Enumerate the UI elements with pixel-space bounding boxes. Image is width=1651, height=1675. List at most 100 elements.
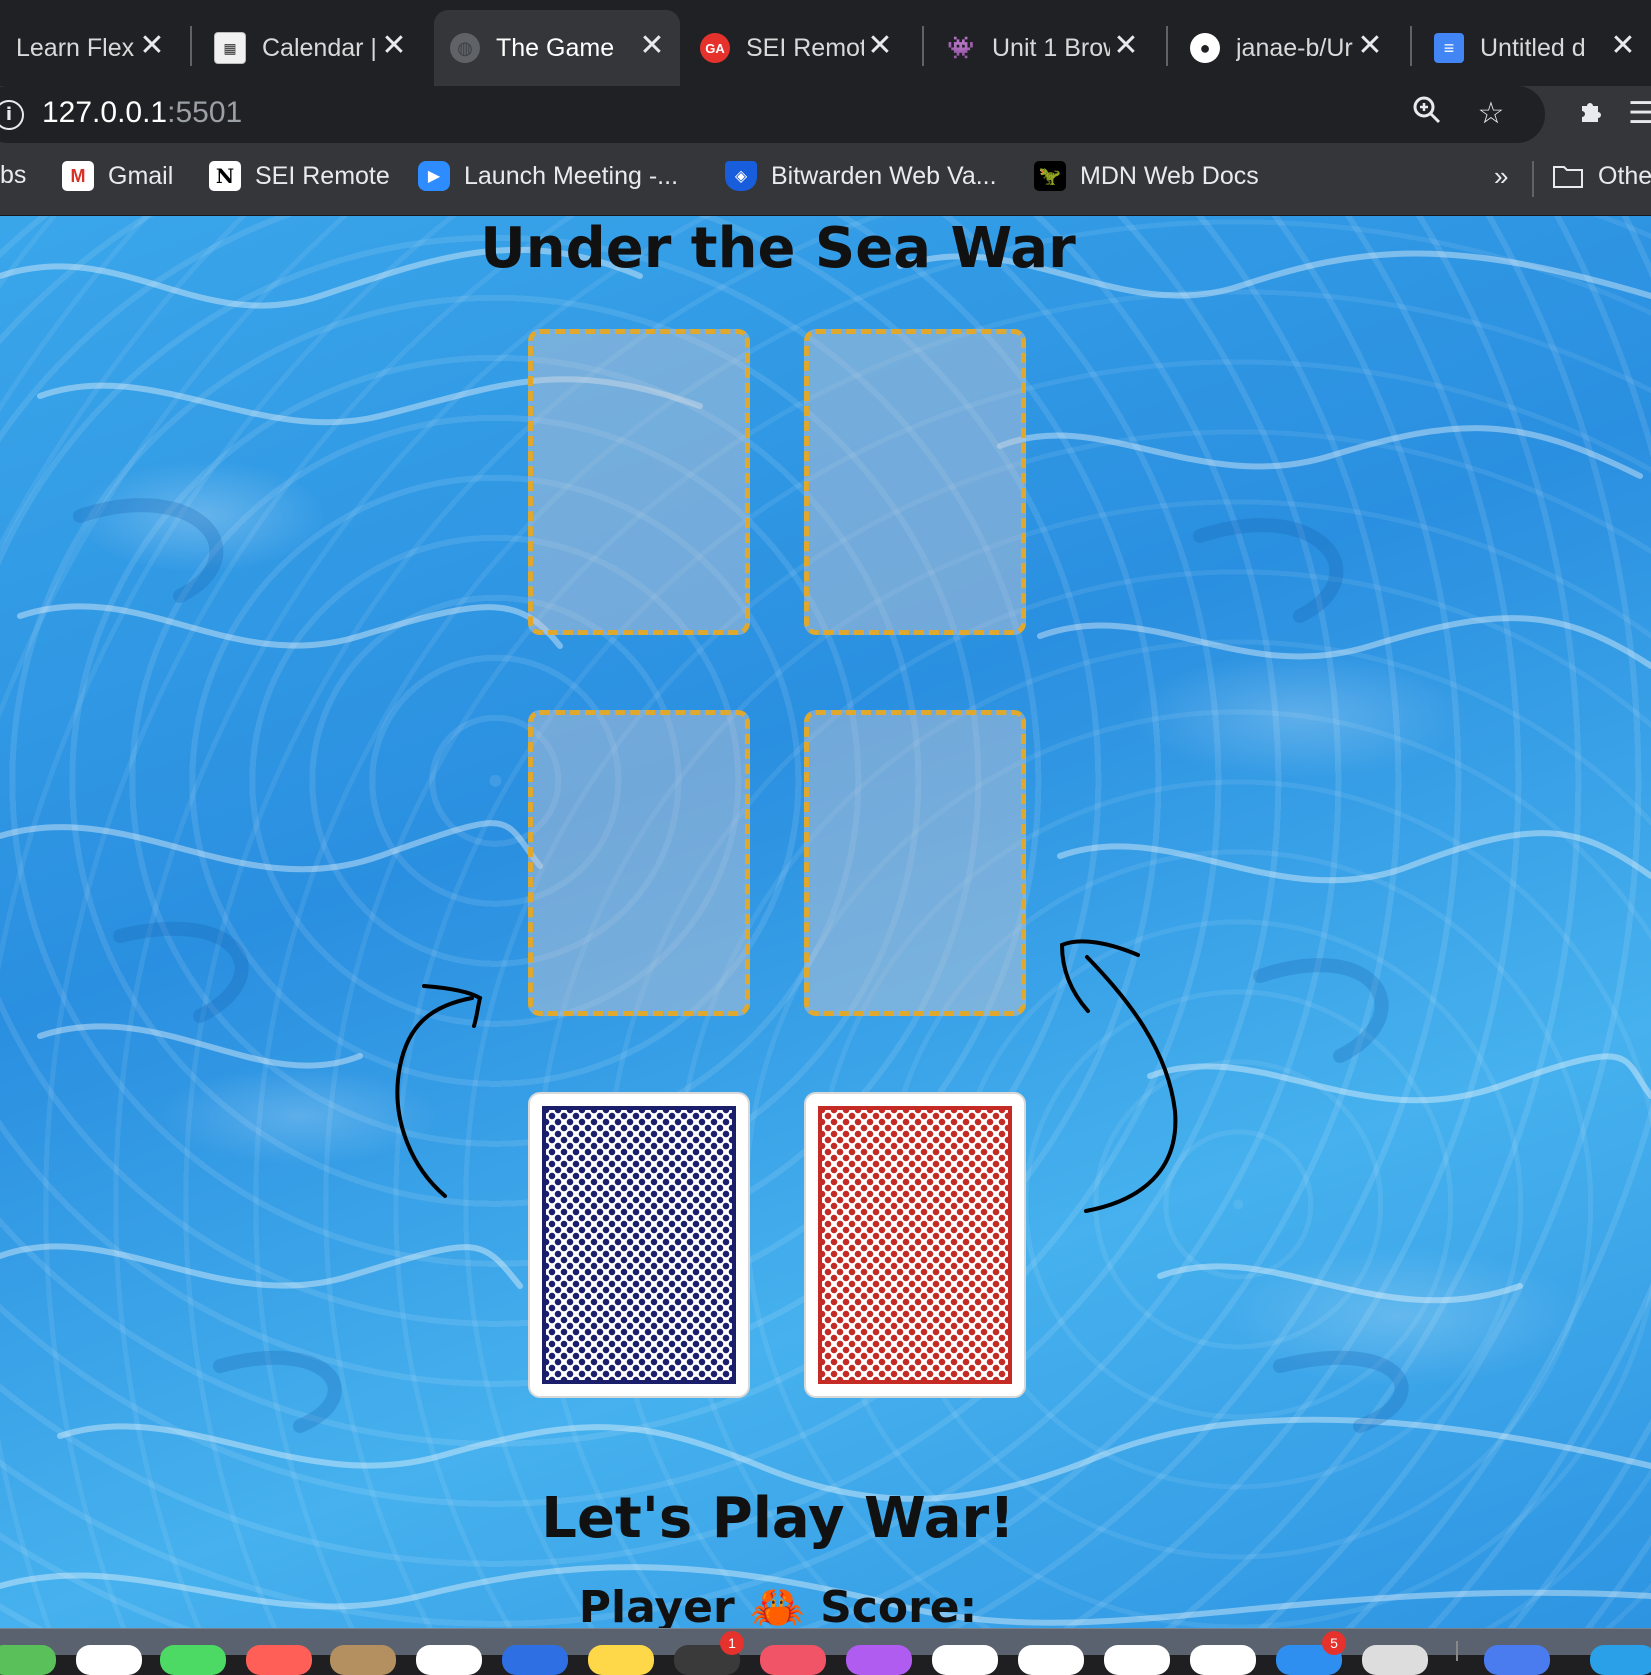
- dock-app-icon[interactable]: [76, 1645, 142, 1675]
- chevron-double-right-icon: »: [1494, 161, 1509, 191]
- notification-badge: 1: [720, 1631, 744, 1655]
- tab-title: Calendar |: [262, 33, 377, 62]
- tab-the-game[interactable]: ◍ The Game ✕: [434, 10, 680, 86]
- player-slot-bottom: [528, 710, 750, 1016]
- bookmark-launch-meeting[interactable]: ▶ Launch Meeting -...: [418, 161, 678, 191]
- gmail-icon: M: [62, 161, 94, 191]
- close-icon[interactable]: ✕: [138, 31, 166, 61]
- bookmark-label: Othe: [1598, 161, 1651, 190]
- docs-icon: ≡: [1434, 33, 1464, 63]
- menu-icon[interactable]: ☰: [1628, 94, 1651, 134]
- tab-untitled-doc[interactable]: ≡ Untitled d ✕: [1418, 10, 1651, 86]
- bookmark-mdn[interactable]: 🦖 MDN Web Docs: [1034, 161, 1259, 191]
- dock-app-icon[interactable]: [846, 1645, 912, 1675]
- tab-separator: [1166, 26, 1168, 66]
- folder-icon: [1552, 161, 1584, 191]
- bookmark-other[interactable]: Othe: [1552, 161, 1651, 191]
- ga-icon: GA: [700, 33, 730, 63]
- tab-learn-flex[interactable]: Learn Flex ✕: [0, 10, 180, 86]
- close-icon[interactable]: ✕: [1609, 31, 1637, 61]
- left-curved-arrow-icon: [395, 984, 483, 1198]
- tab-title: Untitled d: [1480, 33, 1586, 62]
- bookmark-label: Launch Meeting -...: [464, 161, 679, 190]
- dock-app-icon[interactable]: [1018, 1645, 1084, 1675]
- globe-icon: ◍: [450, 33, 480, 63]
- bookmark-apps[interactable]: bs: [0, 161, 26, 190]
- bookmark-label: SEI Remote: [255, 161, 390, 190]
- computer-slot-top: [804, 329, 1026, 635]
- url-text[interactable]: 127.0.0.1:5501: [42, 96, 242, 130]
- dock-app-icon[interactable]: [1104, 1645, 1170, 1675]
- tab-title: Unit 1 Brow: [992, 33, 1110, 62]
- close-icon[interactable]: ✕: [1356, 31, 1384, 61]
- dock-app-icon[interactable]: [932, 1645, 998, 1675]
- dock-app-icon[interactable]: [0, 1645, 56, 1675]
- extensions-icon[interactable]: [1572, 94, 1612, 134]
- tab-title: Learn Flex: [16, 33, 135, 62]
- red-card-back: [818, 1106, 1012, 1384]
- dock-app-icon[interactable]: [760, 1645, 826, 1675]
- tab-calendar[interactable]: ▦ Calendar | ✕: [198, 10, 422, 86]
- github-icon: ●: [1190, 33, 1220, 63]
- computer-slot-bottom: [804, 710, 1026, 1016]
- bookmark-separator: [1532, 161, 1534, 197]
- play-message: Let's Play War!: [541, 1486, 1015, 1551]
- close-icon[interactable]: ✕: [866, 31, 894, 61]
- player-score-label: Player 🦀 Score:: [578, 1582, 978, 1628]
- notion-icon: N: [209, 161, 241, 191]
- player-deck[interactable]: [528, 1092, 750, 1398]
- tab-strip: Learn Flex ✕ ▦ Calendar | ✕ ◍ The Game ✕…: [0, 0, 1651, 86]
- bookmark-label: bs: [0, 161, 27, 189]
- bookmarks-overflow-button[interactable]: »: [1494, 161, 1508, 192]
- dock-app-icon[interactable]: [160, 1645, 226, 1675]
- blue-card-back: [542, 1106, 736, 1384]
- bookmark-label: Bitwarden Web Va...: [771, 161, 997, 190]
- close-icon[interactable]: ✕: [1112, 31, 1140, 61]
- dock-app-icon[interactable]: [1362, 1645, 1428, 1675]
- tab-github[interactable]: ● janae-b/Ur ✕: [1174, 10, 1398, 86]
- computer-deck[interactable]: [804, 1092, 1026, 1398]
- bookmark-sei-remote[interactable]: N SEI Remote: [209, 161, 390, 191]
- url-host: 127.0.0.1: [42, 96, 168, 129]
- tab-title: The Game: [496, 33, 614, 62]
- right-curved-arrow-icon: [1059, 939, 1178, 1213]
- tab-sei-remote[interactable]: GA SEI Remot ✕: [684, 10, 908, 86]
- dock-app-icon[interactable]: [1190, 1645, 1256, 1675]
- dock-app-icon[interactable]: [1590, 1645, 1651, 1675]
- zoom-icon: ▶: [418, 161, 450, 191]
- zoom-icon[interactable]: [1407, 94, 1447, 134]
- bitwarden-icon: ◈: [725, 161, 757, 191]
- dock-app-icon[interactable]: [588, 1645, 654, 1675]
- bookmark-bitwarden[interactable]: ◈ Bitwarden Web Va...: [725, 161, 997, 191]
- game-page: Under the Sea War Let's Play War! Player…: [0, 216, 1651, 1628]
- dock-app-icon[interactable]: [1484, 1645, 1550, 1675]
- space-invader-icon: 👾: [947, 35, 975, 60]
- address-bar[interactable]: i 127.0.0.1:5501 ☆: [0, 86, 1545, 143]
- calendar-icon: ▦: [214, 32, 246, 64]
- dock-app-icon[interactable]: [416, 1645, 482, 1675]
- notification-badge: 5: [1322, 1631, 1346, 1655]
- bookmark-star-icon[interactable]: ☆: [1471, 94, 1511, 134]
- tab-separator: [190, 26, 192, 66]
- bookmark-label: Gmail: [108, 161, 174, 190]
- dock-app-icon[interactable]: [502, 1645, 568, 1675]
- tab-title: SEI Remot: [746, 33, 864, 62]
- bookmark-gmail[interactable]: M Gmail: [62, 161, 173, 191]
- tab-title: janae-b/Ur: [1236, 33, 1353, 62]
- dock-app-icon[interactable]: [246, 1645, 312, 1675]
- game-title: Under the Sea War: [480, 216, 1076, 281]
- mdn-icon: 🦖: [1034, 161, 1066, 191]
- tab-unit-1[interactable]: 👾 Unit 1 Brow ✕: [930, 10, 1154, 86]
- player-slot-top: [528, 329, 750, 635]
- url-port: :5501: [167, 96, 243, 129]
- info-icon[interactable]: i: [0, 100, 24, 130]
- close-icon[interactable]: ✕: [380, 31, 408, 61]
- tab-separator: [1410, 26, 1412, 66]
- macos-dock: 1 5: [0, 1628, 1651, 1675]
- close-icon[interactable]: ✕: [638, 31, 666, 61]
- dock-separator: [1456, 1641, 1458, 1661]
- dock-app-icon[interactable]: [330, 1645, 396, 1675]
- bookmark-label: MDN Web Docs: [1080, 161, 1259, 190]
- address-toolbar: i 127.0.0.1:5501 ☆ ☰: [0, 86, 1651, 143]
- tab-separator: [922, 26, 924, 66]
